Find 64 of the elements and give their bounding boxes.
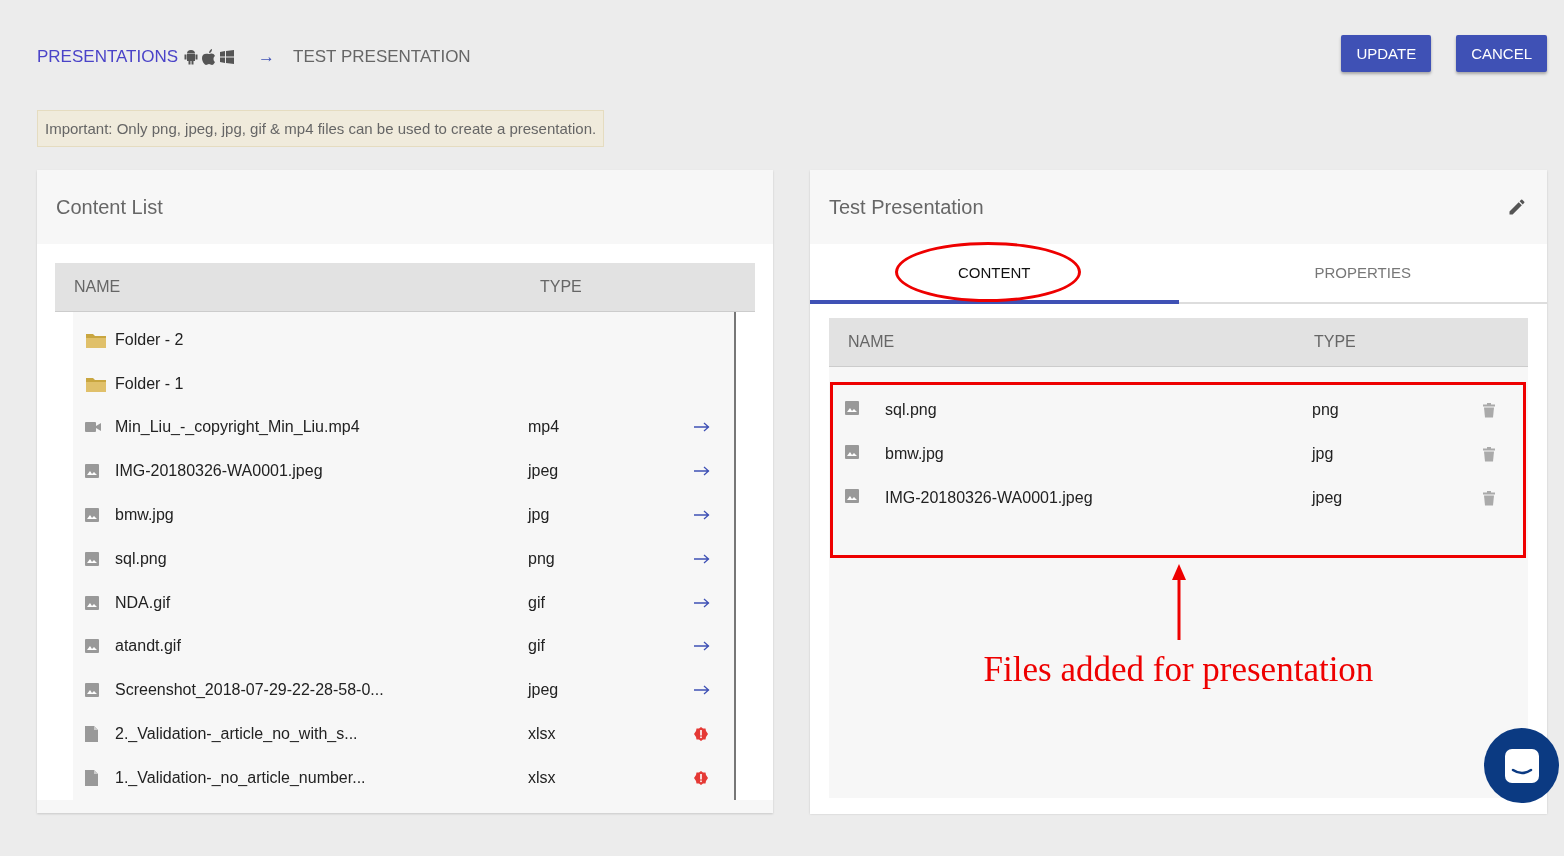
arrow-right-icon[interactable] [694, 466, 710, 477]
image-icon [845, 489, 859, 503]
arrow-icon: → [258, 47, 276, 67]
tab[interactable]: PROPERTIES [1178, 244, 1547, 304]
arrow-right-icon[interactable] [694, 422, 710, 433]
annotation-caption: Files added for presentation [983, 650, 1374, 690]
image-icon [85, 464, 99, 479]
file-type: jpg [528, 506, 551, 525]
cancel-button[interactable]: CANCEL [1456, 35, 1547, 72]
file-icon [85, 769, 98, 786]
file-type: gif [528, 637, 546, 656]
column-header: NAME [74, 278, 122, 296]
apple-icon [202, 49, 217, 65]
file-type: xlsx [528, 768, 557, 787]
file-name: Min_Liu_-_copyright_Min_Liu.mp4 [115, 418, 361, 437]
arrow-right-icon[interactable] [694, 685, 710, 696]
file-type: png [528, 549, 556, 568]
edit-icon[interactable] [1507, 197, 1527, 217]
image-icon [85, 683, 99, 698]
file-type: gif [528, 593, 546, 612]
windows-icon [220, 50, 235, 64]
card-title: Test Presentation [829, 195, 984, 219]
notice-banner: Important: Only png, jpeg, jpg, gif & mp4 files can be used to create a presentation. [37, 110, 605, 147]
chat-icon [1503, 747, 1540, 784]
file-name: 1._Validation-_no_article_number... [115, 768, 367, 787]
file-type: png [1312, 401, 1340, 419]
arrow-right-icon[interactable] [694, 597, 710, 608]
video-camera-icon [85, 421, 101, 434]
file-name: Folder - 2 [115, 330, 185, 349]
file-name: atandt.gif [115, 637, 182, 656]
file-name: bmw.jpg [115, 506, 175, 525]
file-name: IMG-20180326-WA0001.jpeg [885, 489, 1094, 507]
file-icon [85, 726, 98, 743]
file-name: sql.png [885, 401, 938, 419]
arrow-right-icon[interactable] [694, 510, 710, 521]
arrow-right-icon[interactable] [694, 553, 710, 564]
android-icon [184, 49, 199, 65]
file-name: sql.png [115, 549, 168, 568]
image-icon [85, 508, 99, 523]
file-name: Screenshot_2018-07-29-22-28-58-0... [115, 681, 385, 700]
file-name: NDA.gif [115, 593, 172, 612]
image-icon [845, 445, 859, 459]
file-name: IMG-20180326-WA0001.jpeg [115, 462, 324, 481]
column-header: TYPE [1314, 333, 1357, 351]
update-button[interactable]: UPDATE [1341, 35, 1432, 72]
image-icon [845, 401, 859, 415]
image-icon [85, 595, 99, 610]
arrow-right-icon[interactable] [694, 641, 710, 652]
file-name: Folder - 1 [115, 374, 185, 393]
file-type: jpeg [528, 681, 560, 700]
file-type: mp4 [528, 418, 561, 437]
image-icon [85, 551, 99, 566]
breadcrumb-link[interactable]: PRESENTATIONS [37, 47, 179, 67]
card-title: Content List [37, 170, 773, 244]
column-header: TYPE [540, 278, 583, 296]
file-type: jpg [1312, 445, 1335, 463]
file-type: xlsx [528, 725, 557, 744]
image-icon [85, 639, 99, 654]
column-header: NAME [848, 333, 896, 351]
file-type: jpeg [528, 462, 560, 481]
file-type: jpeg [1312, 489, 1344, 507]
breadcrumb-current: TEST PRESENTATION [293, 47, 471, 67]
file-name: bmw.jpg [885, 445, 945, 463]
file-name: 2._Validation-_article_no_with_s... [115, 725, 359, 744]
